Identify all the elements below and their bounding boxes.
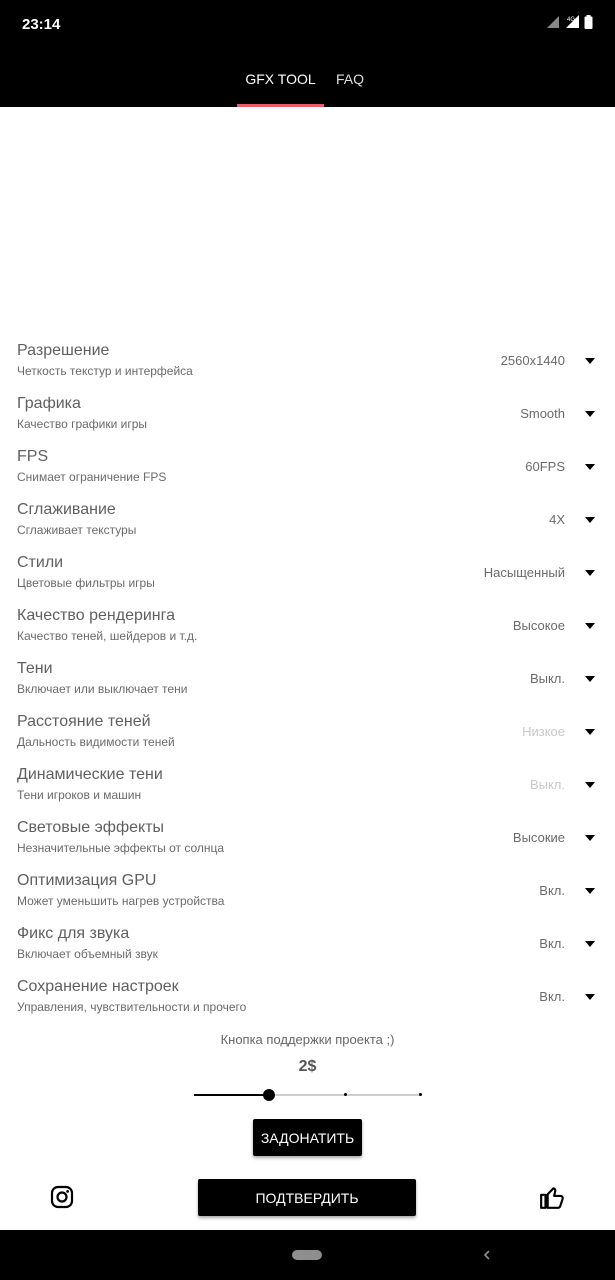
setting-title: Разрешение — [17, 342, 110, 359]
setting-title: Графика — [17, 395, 81, 412]
slider-thumb[interactable] — [263, 1089, 276, 1101]
status-bar: 23:14 4G — [0, 0, 615, 50]
setting-row: Тени Включает или выключает тени Выкл. — [0, 653, 615, 706]
setting-title: Расстояние теней — [17, 713, 151, 730]
dropdown-arrow-icon[interactable] — [585, 994, 595, 1000]
setting-dropdown-value[interactable]: Насыщенный — [484, 565, 565, 580]
tab-faq[interactable]: FAQ — [328, 50, 372, 107]
dropdown-arrow-icon[interactable] — [585, 676, 595, 682]
system-nav-bar — [0, 1230, 615, 1280]
setting-row: FPS Снимает ограничение FPS 60FPS — [0, 441, 615, 494]
tab-indicator — [237, 104, 324, 107]
dropdown-arrow-icon[interactable] — [585, 623, 595, 629]
setting-title: FPS — [17, 448, 49, 465]
dropdown-arrow-icon[interactable] — [585, 570, 595, 576]
setting-subtitle: Включает объемный звук — [17, 947, 158, 961]
setting-row: Фикс для звука Включает объемный звук Вкл. — [0, 918, 615, 971]
dropdown-arrow-icon[interactable] — [585, 517, 595, 523]
confirm-button[interactable]: ПОДТВЕРДИТЬ — [198, 1179, 416, 1216]
tab-gfx-tool[interactable]: GFX TOOL — [237, 50, 324, 107]
setting-dropdown-value[interactable]: 60FPS — [525, 459, 565, 474]
setting-row: Световые эффекты Незначительные эффекты о… — [0, 812, 615, 865]
setting-subtitle: Сглаживает текстуры — [17, 523, 137, 537]
setting-title: Тени — [17, 660, 53, 677]
setting-title: Световые эффекты — [17, 819, 165, 836]
setting-row: Оптимизация GPU Может уменьшить нагрев ус… — [0, 865, 615, 918]
slider-step-tick — [343, 1093, 347, 1096]
setting-row: Расстояние теней Дальность видимости тене… — [0, 706, 615, 759]
setting-subtitle: Тени игроков и машин — [17, 788, 142, 802]
setting-title: Динамические тени — [17, 766, 163, 783]
setting-dropdown-value[interactable]: Вкл. — [539, 989, 565, 1004]
dropdown-arrow-icon[interactable] — [585, 358, 595, 364]
setting-subtitle: Включает или выключает тени — [17, 682, 188, 696]
setting-subtitle: Цветовые фильтры игры — [17, 576, 155, 590]
support-label: Кнопка поддержки проекта ;) — [220, 1032, 395, 1047]
setting-subtitle: Дальность видимости теней — [17, 735, 175, 749]
dropdown-arrow-icon[interactable] — [585, 464, 595, 470]
setting-subtitle: Незначительные эффекты от солнца — [17, 841, 225, 855]
slider-fill — [194, 1094, 270, 1096]
thumbs-up-icon[interactable] — [539, 1184, 565, 1210]
setting-dropdown-value: Низкое — [522, 724, 565, 739]
setting-dropdown-value[interactable]: Smooth — [520, 406, 565, 421]
donation-slider[interactable] — [194, 1086, 422, 1104]
battery-icon — [584, 15, 593, 29]
setting-row: Стили Цветовые фильтры игры Насыщенный — [0, 547, 615, 600]
cell-signal-icon: 4G — [566, 15, 579, 28]
setting-title: Стили — [17, 554, 64, 571]
setting-subtitle: Четкость текстур и интерфейса — [17, 364, 193, 378]
setting-dropdown-value[interactable]: Выкл. — [530, 671, 565, 686]
donation-amount: 2$ — [298, 1058, 317, 1075]
setting-row: Сглаживание Сглаживает текстуры 4X — [0, 494, 615, 547]
slider-step-tick — [419, 1093, 422, 1096]
setting-subtitle: Может уменьшить нагрев устройства — [17, 894, 225, 908]
instagram-icon[interactable] — [50, 1185, 74, 1209]
setting-dropdown-value[interactable]: Высокое — [513, 618, 565, 633]
network-type: 4G — [567, 17, 575, 23]
back-chevron-icon[interactable] — [480, 1245, 494, 1265]
dropdown-arrow-icon[interactable] — [585, 729, 595, 735]
setting-subtitle: Управления, чувствительности и прочего — [17, 1000, 247, 1014]
setting-title: Сглаживание — [17, 501, 116, 518]
wifi-icon — [547, 16, 559, 28]
setting-title: Качество рендеринга — [17, 607, 176, 624]
dropdown-arrow-icon[interactable] — [585, 888, 595, 894]
setting-title: Сохранение настроек — [17, 978, 179, 995]
dropdown-arrow-icon[interactable] — [585, 782, 595, 788]
setting-row: Разрешение Четкость текстур и интерфейса 2… — [0, 335, 615, 388]
dropdown-arrow-icon[interactable] — [585, 411, 595, 417]
setting-subtitle: Качество теней, шейдеров и т.д. — [17, 629, 198, 643]
tab-bar: GFX TOOL FAQ — [0, 50, 615, 107]
setting-dropdown-value[interactable]: 4X — [549, 512, 565, 527]
donate-button[interactable]: ЗАДОНАТИТЬ — [253, 1119, 362, 1156]
setting-subtitle: Качество графики игры — [17, 417, 148, 431]
setting-dropdown-value: Выкл. — [529, 777, 565, 792]
setting-dropdown-value[interactable]: Высокие — [513, 830, 565, 845]
dropdown-arrow-icon[interactable] — [585, 835, 595, 841]
home-pill-icon[interactable] — [292, 1250, 322, 1260]
dropdown-arrow-icon[interactable] — [585, 941, 595, 947]
setting-row: Графика Качество графики игры Smooth — [0, 388, 615, 441]
setting-row: Качество рендеринга Качество теней, шейде… — [0, 600, 615, 653]
status-icons: 4G — [546, 15, 593, 29]
setting-row: Динамические тени Тени игроков и машин Вык… — [0, 759, 615, 812]
setting-dropdown-value[interactable]: 2560x1440 — [501, 353, 565, 368]
setting-title: Фикс для звука — [17, 925, 130, 942]
setting-title: Оптимизация GPU — [17, 872, 157, 889]
setting-row: Сохранение настроек Управления, чувствите… — [0, 971, 615, 1024]
status-time: 23:14 — [22, 16, 61, 33]
setting-dropdown-value[interactable]: Вкл. — [539, 883, 565, 898]
setting-dropdown-value[interactable]: Вкл. — [539, 936, 565, 951]
settings-list: Разрешение Четкость текстур и интерфейса 2… — [0, 335, 615, 1024]
setting-subtitle: Снимает ограничение FPS — [17, 470, 167, 484]
